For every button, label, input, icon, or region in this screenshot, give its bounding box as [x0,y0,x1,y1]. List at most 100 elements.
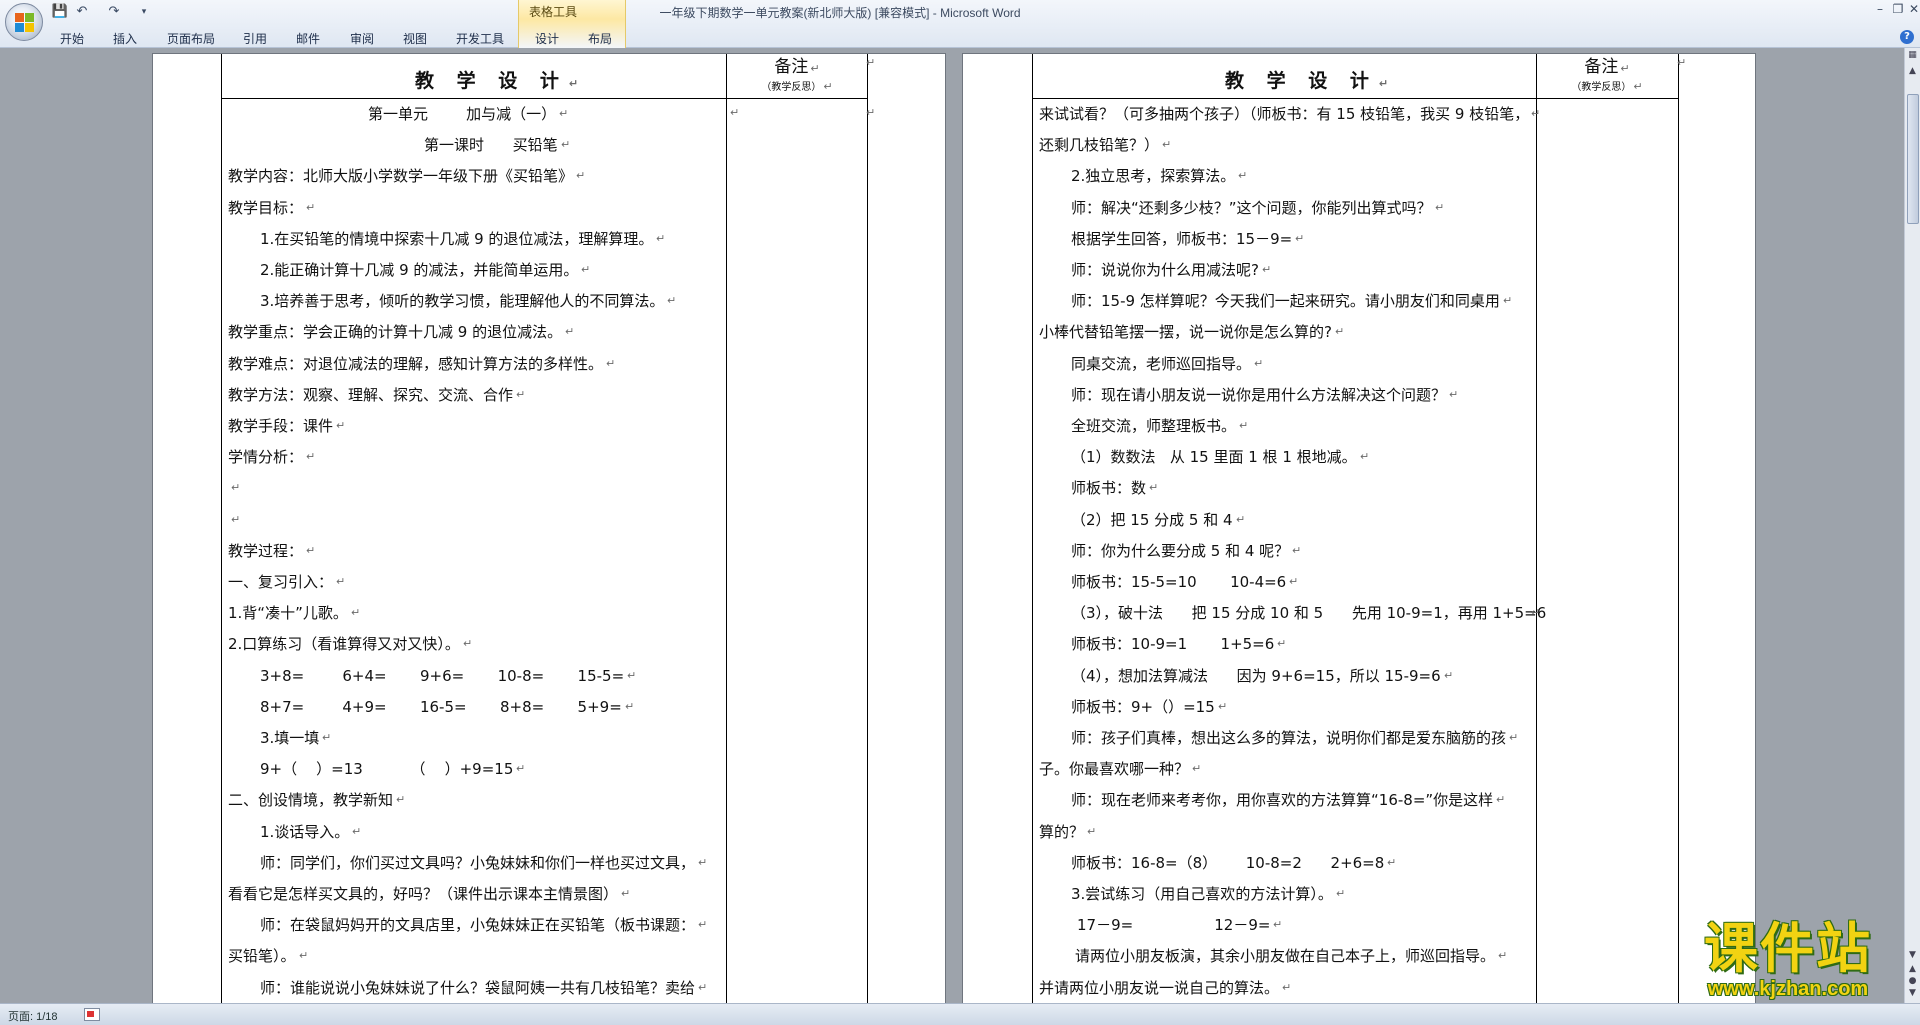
tab-references[interactable]: 引用 [243,30,267,47]
tab-view[interactable]: 视图 [403,30,427,47]
text-line[interactable]: 师：解决“还剩多少枝？”这个问题，你能列出算式吗？ [1071,197,1432,219]
paragraph-mark: ↵ [1149,481,1159,495]
text-line[interactable]: 1.背“凑十”儿歌。 [228,602,348,624]
tab-layout[interactable]: 布局 [588,30,612,47]
tab-page-layout[interactable]: 页面布局 [167,30,215,47]
text-line[interactable]: 2.口算练习（看谁算得又对又快）。 [228,633,460,655]
text-line[interactable]: 3+8= 6+4= 9+6= 10-8= 15-5= [260,665,624,687]
text-line[interactable]: 师：现在老师来考考你，用你喜欢的方法算算“16-8=”你是这样 [1071,789,1493,811]
text-line[interactable]: 师：现在请小朋友说一说你是用什么方法解决这个问题？ [1071,384,1446,406]
text-line[interactable]: 来试试看？（可多抽两个孩子）（师板书：有 15 枝铅笔，我买 9 枝铅笔， [1039,103,1529,125]
note-subtitle: （教学反思） [761,82,822,93]
text-line[interactable]: 教学重点：学会正确的计算十几减 9 的退位减法。 [228,321,562,343]
document-page-2[interactable]: 教 学 设 计 ↵ 备注 ↵ （教学反思） ↵ 来试试看？（可多抽两个孩子）（师板书：… [962,53,1756,1003]
paragraph-mark: ↵ [1162,138,1172,152]
text-line[interactable]: 子。你最喜欢哪一种？ [1039,758,1189,780]
text-line[interactable]: 师：15-9 怎样算呢？今天我们一起来研究。请小朋友们和同桌用 [1071,290,1500,312]
text-line[interactable]: 师板书：10-9=1 1+5=6 [1071,633,1274,655]
paragraph-mark: ↵ [1496,793,1506,807]
text-line[interactable]: 教学内容：北师大版小学数学一年级下册《买铅笔》 [228,165,573,187]
ruler-toggle-icon[interactable]: ▦ [1905,48,1920,62]
text-line[interactable]: 师：在袋鼠妈妈开的文具店里，小兔妹妹正在买铅笔（板书课题： [260,914,695,936]
text-line[interactable]: 教学难点：对退位减法的理解，感知计算方法的多样性。 [228,353,603,375]
paragraph-mark: ↵ [561,138,571,152]
help-icon[interactable]: ? [1900,30,1914,44]
text-line[interactable]: 师：孩子们真棒，想出这么多的算法，说明你们都是爱东脑筋的孩 [1071,727,1506,749]
paragraph-mark: ↵ [1236,512,1246,526]
text-line[interactable]: 师板书：数 [1071,477,1146,499]
close-icon[interactable]: ✕ [1904,2,1920,16]
column-divider [726,54,727,1003]
text-line[interactable]: 1.谈话导入。 [260,821,349,843]
text-line[interactable]: 买铅笔）。 [228,945,296,967]
text-line[interactable]: 二、创设情境，教学新知 [228,789,393,811]
text-line[interactable]: 师：说说你为什么用减法呢? [1071,259,1259,281]
tab-developer[interactable]: 开发工具 [456,30,504,47]
text-line[interactable]: 2.独立思考，探索算法。 [1071,165,1235,187]
text-line[interactable]: 教学目标： [228,197,303,219]
page-indicator[interactable]: 页面: 1/18 [8,1008,58,1024]
text-line[interactable]: （4），想加法算减法 因为 9+6=15，所以 15-9=6 [1071,665,1441,687]
text-line[interactable]: 师：同学们，你们买过文具吗？小兔妹妹和你们一样也买过文具， [260,852,695,874]
text-line[interactable]: 3.尝试练习（用自己喜欢的方法计算）。 [1071,883,1333,905]
text-line[interactable]: 学情分析： [228,446,303,468]
text-line[interactable]: 3.培养善于思考，倾听的教学习惯，能理解他人的不同算法。 [260,290,664,312]
text-line[interactable]: 看看它是怎样买文具的，好吗？（课件出示课本主情景图） [228,883,618,905]
text-line[interactable]: 请两位小朋友板演，其余小朋友做在自己本子上，师巡回指导。 [1075,945,1495,967]
tab-insert[interactable]: 插入 [113,30,137,47]
tab-design[interactable]: 设计 [535,30,559,47]
text-line[interactable]: 师板书：9+（）=15 [1071,696,1215,718]
tab-review[interactable]: 审阅 [350,30,374,47]
text-line[interactable]: 教学方法：观察、理解、探究、交流、合作 [228,384,513,406]
text-line[interactable]: 一、复习引入： [228,571,333,593]
text-line[interactable]: 1.在买铅笔的情境中探索十几减 9 的退位减法，理解算理。 [260,228,653,250]
vertical-scrollbar[interactable]: ▦ ▲ ▼ ▲ ● ▼ [1904,48,1920,1003]
text-line[interactable]: 第一课时 买铅笔 [424,134,558,156]
text-line[interactable]: 还剩几枝铅笔？） [1039,134,1159,156]
undo-icon[interactable]: ↶ [72,3,92,21]
text-line[interactable]: 3.填一填 [260,727,319,749]
office-logo-icon [15,13,35,33]
text-line[interactable]: 并请两位小朋友说一说自己的算法。 [1039,977,1279,999]
text-line[interactable]: 根据学生回答，师板书：15－9= [1071,228,1292,250]
text-line[interactable]: （3），破十法 把 15 分成 10 和 5 先用 10-9=1，再用 1+5=… [1071,602,1546,624]
text-line[interactable]: 教学过程： [228,540,303,562]
tab-mailings[interactable]: 邮件 [296,30,320,47]
office-button[interactable] [5,3,43,41]
text-line[interactable]: 2.能正确计算十几减 9 的减法，并能简单运用。 [260,259,578,281]
tab-home[interactable]: 开始 [60,30,84,47]
text-line[interactable]: 教学手段：课件 [228,415,333,437]
proofing-icon[interactable] [84,1008,100,1021]
text-line[interactable]: 8+7= 4+9= 16-5= 8+8= 5+9= [260,696,622,718]
paragraph-mark: ↵ [1238,169,1248,183]
text-line[interactable]: （2）把 15 分成 5 和 4 [1071,509,1233,531]
text-line[interactable]: 师：你为什么要分成 5 和 4 呢？ [1071,540,1289,562]
document-page-1[interactable]: 教 学 设 计 ↵ 备注 ↵ （教学反思） ↵ 第一单元 加与减（一） ↵ 第一课时 买铅… [152,53,946,1003]
text-line[interactable]: 师：谁能说说小兔妹妹说了什么？袋鼠阿姨一共有几枝铅笔？卖给 [260,977,695,999]
paragraph-mark: ↵ [625,699,635,713]
text-line[interactable]: 全班交流，师整理板书。 [1071,415,1236,437]
paragraph-mark: ↵ [1509,731,1519,744]
text-line[interactable]: 师板书：16-8=（8） 10-8=2 2+6=8 [1071,852,1384,874]
customize-icon[interactable]: ▾ [134,3,154,21]
paragraph-mark: ↵ [1531,107,1541,120]
text-line[interactable]: 17－9= 12－9= [1077,914,1270,936]
paragraph-mark: ↵ [1335,325,1345,339]
scroll-up-icon[interactable]: ▲ [1905,64,1920,78]
paragraph-mark: ↵ [621,887,631,900]
paragraph-mark: ↵ [1295,231,1305,245]
paragraph-mark: ↵ [1498,949,1508,963]
minimize-icon[interactable]: – [1870,2,1890,16]
text-line[interactable]: 同桌交流，老师巡回指导。 [1071,353,1251,375]
text-line[interactable]: （1）数数法 从 15 里面 1 根 1 根地减。 [1071,446,1357,468]
paragraph-mark: ↵ [1289,575,1299,588]
text-line[interactable]: 第一单元 加与减（一） [368,103,556,125]
text-line[interactable]: 9+（ ）=13 （ ）+9=15 [260,758,513,780]
text-line[interactable]: 师板书：15-5=10 10-4=6 [1071,571,1286,593]
paragraph-mark: ↵ [231,512,241,526]
redo-icon[interactable]: ↷ [104,3,124,21]
text-line[interactable]: 算的？ [1039,821,1084,843]
save-icon[interactable]: 💾 [50,3,70,21]
scroll-thumb[interactable] [1907,94,1919,224]
text-line[interactable]: 小棒代替铅笔摆一摆，说一说你是怎么算的? [1039,321,1332,343]
